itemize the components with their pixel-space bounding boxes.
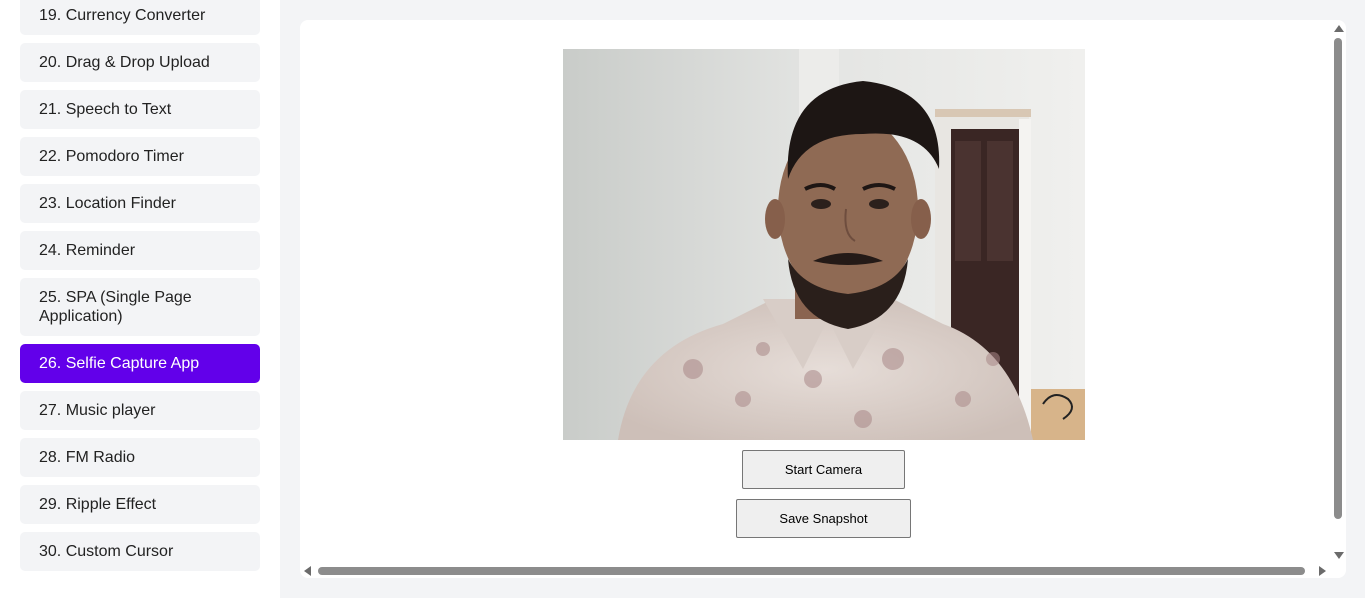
vertical-scrollbar-thumb[interactable] [1334,38,1342,519]
main-content: Start Camera Save Snapshot [280,0,1365,598]
camera-frame-image [563,49,1085,440]
sidebar-item-music-player[interactable]: 27. Music player [20,391,260,430]
sidebar-item-spa[interactable]: 25. SPA (Single Page Application) [20,278,260,336]
sidebar-item-pomodoro-timer[interactable]: 22. Pomodoro Timer [20,137,260,176]
sidebar-item-speech-to-text[interactable]: 21. Speech to Text [20,90,260,129]
sidebar-item-custom-cursor[interactable]: 30. Custom Cursor [20,532,260,571]
sidebar-item-reminder[interactable]: 24. Reminder [20,231,260,270]
scroll-down-arrow-icon[interactable] [1334,552,1344,559]
camera-video-feed [563,49,1085,440]
sidebar-item-selfie-capture-app[interactable]: 26. Selfie Capture App [20,344,260,383]
sidebar-item-drag-drop-upload[interactable]: 20. Drag & Drop Upload [20,43,260,82]
sidebar-item-location-finder[interactable]: 23. Location Finder [20,184,260,223]
sidebar: 19. Currency Converter 20. Drag & Drop U… [0,0,280,598]
sidebar-item-fm-radio[interactable]: 28. FM Radio [20,438,260,477]
scroll-up-arrow-icon[interactable] [1334,25,1344,32]
sidebar-item-ripple-effect[interactable]: 29. Ripple Effect [20,485,260,524]
horizontal-scrollbar-thumb[interactable] [318,567,1305,575]
save-snapshot-button[interactable]: Save Snapshot [736,499,911,538]
scroll-right-arrow-icon[interactable] [1319,566,1326,576]
sidebar-item-currency-converter[interactable]: 19. Currency Converter [20,0,260,35]
start-camera-button[interactable]: Start Camera [742,450,905,489]
app-panel: Start Camera Save Snapshot [300,20,1346,578]
scroll-left-arrow-icon[interactable] [304,566,311,576]
